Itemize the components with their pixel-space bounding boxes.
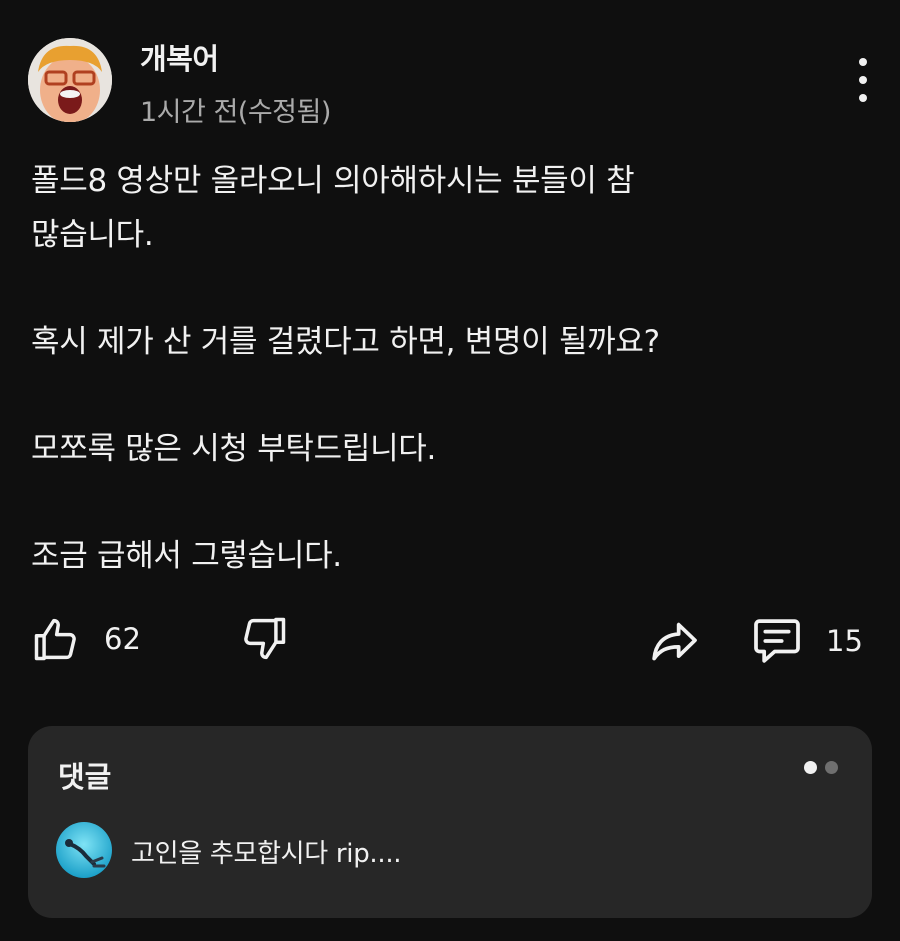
- comment-count: 15: [826, 624, 863, 658]
- post-line: 조금 급해서 그렇습니다.: [31, 538, 342, 574]
- pager-dot-active: [804, 761, 817, 774]
- top-comment-text: 고인을 추모합시다 rip....: [131, 839, 402, 869]
- community-post: 개복어 1시간 전(수정됨) 폴드8 영상만 올라오니 의아해하시는 분들이 참…: [0, 0, 900, 941]
- thumb-down-icon: [244, 617, 286, 660]
- thumb-up-icon: [34, 618, 76, 661]
- commenter-avatar[interactable]: [56, 822, 112, 878]
- post-line: 폴드8 영상만 올라오니 의아해하시는 분들이 참: [31, 163, 635, 199]
- like-count: 62: [104, 622, 141, 656]
- pager-dot: [825, 761, 838, 774]
- post-line: 많습니다.: [31, 217, 154, 253]
- post-timestamp: 1시간 전(수정됨): [140, 97, 331, 128]
- author-avatar[interactable]: [28, 38, 112, 122]
- comments-teaser[interactable]: 댓글 고인을 추모합시다 rip....: [28, 726, 872, 918]
- post-line: 혹시 제가 산 거를 걸렸다고 하면, 변명이 될까요?: [31, 324, 660, 360]
- comments-pager: [804, 761, 838, 774]
- post-line: 모쪼록 많은 시청 부탁드립니다.: [31, 431, 437, 467]
- more-options-icon[interactable]: [846, 58, 880, 102]
- share-icon: [652, 622, 697, 661]
- author-name[interactable]: 개복어: [140, 36, 219, 78]
- comment-icon: [754, 619, 800, 663]
- share-button[interactable]: [646, 613, 702, 669]
- dislike-button[interactable]: [238, 613, 290, 665]
- comment-button[interactable]: 15: [748, 613, 863, 669]
- like-button[interactable]: 62: [30, 613, 141, 665]
- comments-title: 댓글: [58, 760, 112, 794]
- post-body: 폴드8 영상만 올라오니 의아해하시는 분들이 참 많습니다. 혹시 제가 산 …: [31, 154, 811, 583]
